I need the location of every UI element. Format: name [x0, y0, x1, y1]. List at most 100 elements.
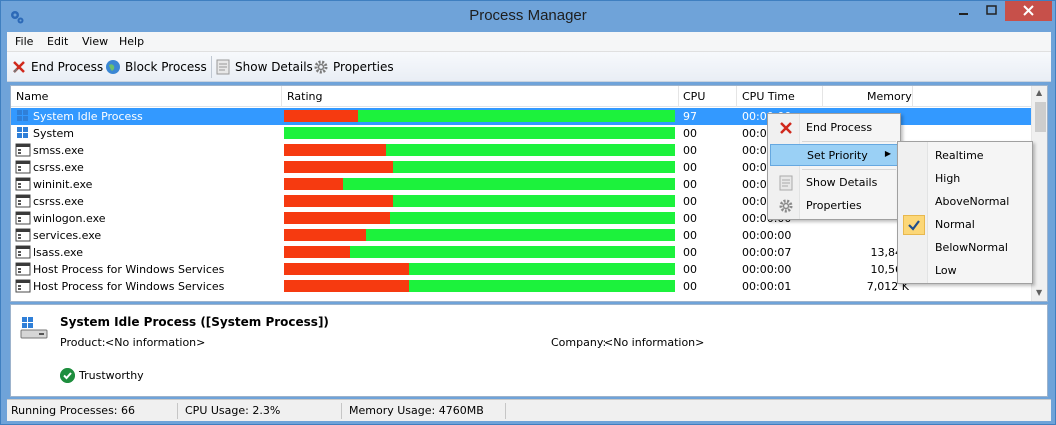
details-title: System Idle Process ([System Process]): [60, 315, 329, 329]
ctx-set-priority[interactable]: Set Priority ▶: [770, 144, 898, 166]
scroll-down-icon[interactable]: ▼: [1036, 288, 1042, 297]
cpu-time-value: 00:00:00: [742, 263, 792, 276]
column-header-cpu[interactable]: CPU: [683, 90, 705, 103]
app-icon: [15, 262, 31, 276]
priority-abovenormal[interactable]: AboveNormal: [900, 191, 1030, 213]
rating-bar: [284, 144, 675, 156]
table-row[interactable]: Host Process for Windows Services 00 00:00…: [11, 261, 1031, 278]
vertical-scrollbar[interactable]: ▲ ▼: [1031, 86, 1047, 301]
rating-bar-fill: [284, 229, 367, 241]
column-divider[interactable]: [912, 86, 913, 107]
menu-help[interactable]: Help: [119, 35, 144, 48]
cpu-value: 00: [683, 195, 697, 208]
maximize-button[interactable]: [978, 1, 1005, 21]
windows-icon: [17, 127, 28, 138]
block-process-label: Block Process: [125, 60, 207, 74]
company-label: Company:: [551, 336, 607, 349]
process-name: smss.exe: [33, 144, 84, 157]
app-icon: [15, 143, 31, 157]
toolbar-separator: [211, 56, 212, 78]
table-row[interactable]: Host Process for Windows Services 00 00:00…: [11, 278, 1031, 295]
show-details-button[interactable]: Show Details: [215, 56, 313, 78]
ctx-show-details[interactable]: Show Details: [770, 172, 898, 194]
memory-usage: Memory Usage: 4760MB: [349, 404, 484, 417]
running-processes: Running Processes: 66: [11, 404, 135, 417]
rating-bar: [284, 280, 675, 292]
rating-bar-fill: [284, 161, 394, 173]
column-divider[interactable]: [822, 86, 823, 107]
priority-low[interactable]: Low: [900, 260, 1030, 282]
app-icon: [15, 245, 31, 259]
cpu-value: 97: [683, 110, 697, 123]
cpu-time-value: 00:00:00: [742, 229, 792, 242]
menu-view[interactable]: View: [82, 35, 108, 48]
process-name: wininit.exe: [33, 178, 93, 191]
priority-label: High: [935, 172, 961, 185]
process-name: services.exe: [33, 229, 102, 242]
menu-edit[interactable]: Edit: [47, 35, 68, 48]
toolbar: End Process Block Process Show Details P…: [7, 52, 1051, 82]
memory-value: 13,840: [870, 246, 910, 259]
priority-label: Realtime: [935, 149, 984, 162]
cpu-time-value: 00:00:01: [742, 280, 792, 293]
process-manager-window: Process Manager File Edit View Help End …: [0, 0, 1056, 425]
priority-realtime[interactable]: Realtime: [900, 145, 1030, 167]
app-icon: [15, 211, 31, 225]
table-row[interactable]: services.exe 00 00:00:00 0: [11, 227, 1031, 244]
cpu-value: 00: [683, 212, 697, 225]
checkmark-icon: [903, 215, 925, 235]
column-header-rating[interactable]: Rating: [287, 90, 322, 103]
column-header-name[interactable]: Name: [16, 90, 48, 103]
menu-separator: [802, 169, 896, 170]
company-value: <No information>: [604, 336, 705, 349]
ctx-properties-label: Properties: [806, 199, 862, 212]
title-bar: Process Manager: [1, 1, 1055, 32]
rating-bar: [284, 195, 675, 207]
table-row[interactable]: lsass.exe 00 00:00:07 13,840: [11, 244, 1031, 261]
cpu-value: 00: [683, 263, 697, 276]
scroll-up-icon[interactable]: ▲: [1036, 88, 1042, 97]
menu-bar: File Edit View Help: [7, 32, 1051, 52]
ctx-properties[interactable]: Properties: [770, 195, 898, 217]
gear-icon: [779, 199, 793, 213]
process-name: Host Process for Windows Services: [33, 263, 225, 276]
gear-icon: [314, 60, 328, 74]
menu-separator: [802, 141, 896, 142]
rating-bar-fill: [284, 246, 351, 258]
cpu-value: 00: [683, 144, 697, 157]
scrollbar-thumb[interactable]: [1035, 102, 1046, 132]
status-separator: [505, 403, 506, 419]
memory-value: 0: [822, 229, 909, 242]
ctx-set-priority-label: Set Priority: [807, 149, 868, 162]
status-bar: Running Processes: 66 CPU Usage: 2.3% Me…: [7, 399, 1051, 421]
windows-icon: [17, 110, 28, 121]
app-icon: [15, 160, 31, 174]
minimize-button[interactable]: [950, 1, 978, 21]
properties-button[interactable]: Properties: [313, 56, 394, 78]
rating-bar: [284, 212, 675, 224]
process-name: System: [33, 127, 75, 140]
rating-bar-fill: [284, 178, 343, 190]
status-separator: [341, 403, 342, 419]
app-icon: [15, 279, 31, 293]
process-name: System Idle Process: [33, 110, 143, 123]
priority-normal[interactable]: Normal: [900, 214, 1030, 236]
close-button[interactable]: [1005, 1, 1052, 21]
column-header-cpu-time[interactable]: CPU Time: [742, 90, 795, 103]
column-divider[interactable]: [678, 86, 679, 107]
menu-file[interactable]: File: [15, 35, 33, 48]
context-menu: End Process Set Priority ▶ Show Details …: [767, 113, 901, 220]
ctx-end-process[interactable]: End Process: [770, 117, 898, 139]
priority-belownormal[interactable]: BelowNormal: [900, 237, 1030, 259]
priority-high[interactable]: High: [900, 168, 1030, 190]
rating-bar-fill: [284, 110, 359, 122]
rating-bar: [284, 127, 675, 139]
block-process-button[interactable]: Block Process: [105, 56, 207, 78]
column-divider[interactable]: [736, 86, 737, 107]
cpu-time-value: 00:00:07: [742, 246, 792, 259]
column-divider[interactable]: [281, 86, 282, 107]
rating-bar-fill: [284, 280, 410, 292]
end-process-button[interactable]: End Process: [11, 56, 103, 78]
process-name: csrss.exe: [33, 195, 84, 208]
column-header-memory[interactable]: Memory: [867, 90, 912, 103]
